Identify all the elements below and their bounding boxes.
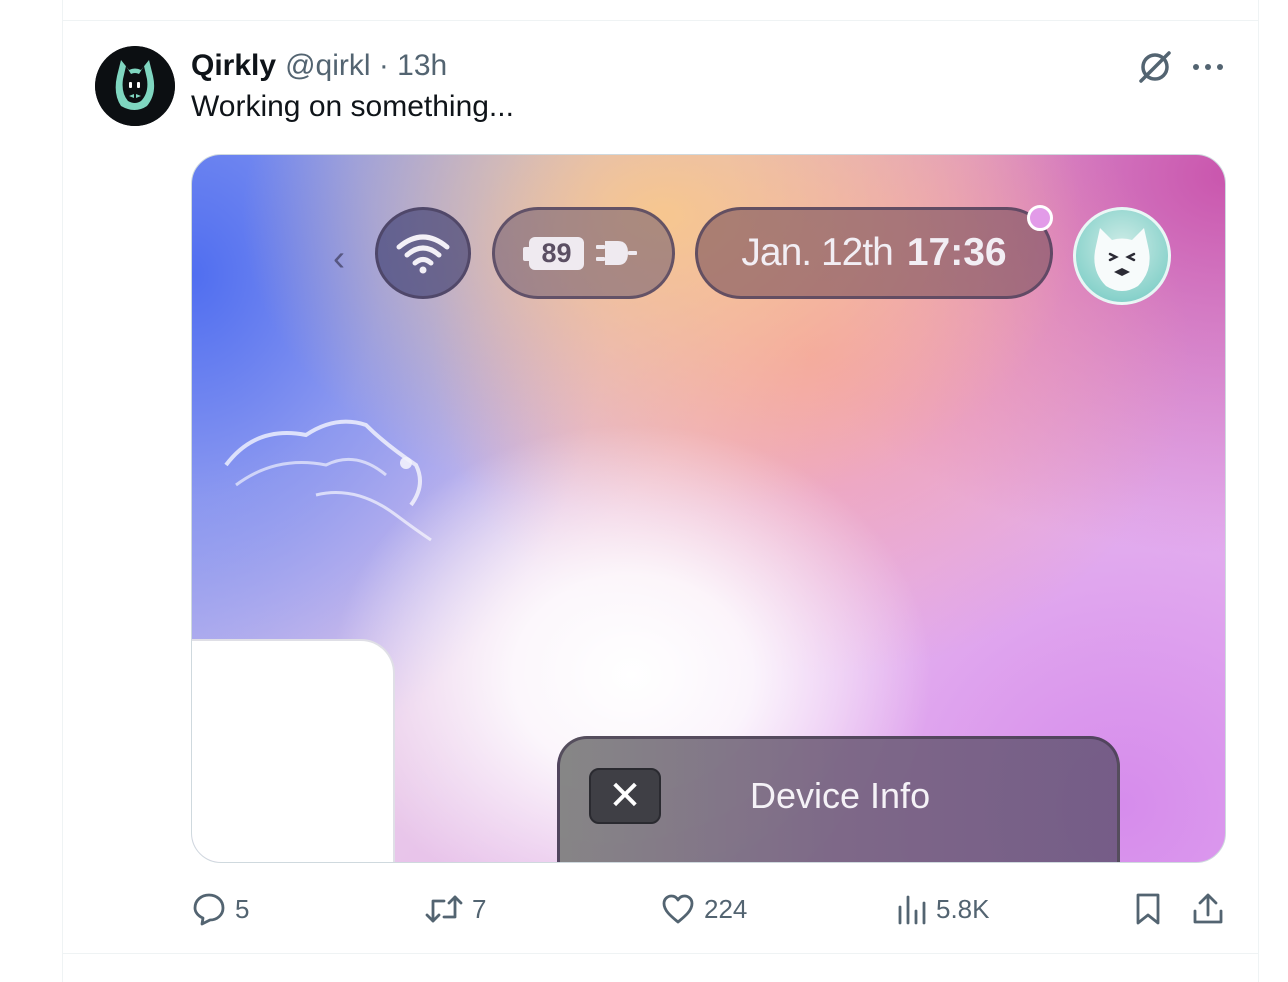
post-text: Working on something... xyxy=(191,90,514,123)
like-count: 224 xyxy=(704,893,748,924)
author-name[interactable]: Qirkly xyxy=(191,49,276,83)
device-info-panel: ✕ Device Info xyxy=(557,736,1120,862)
close-button[interactable]: ✕ xyxy=(589,768,661,824)
battery-level: 89 xyxy=(523,236,584,270)
post-divider-bottom xyxy=(62,953,1259,954)
white-card-panel xyxy=(192,639,395,862)
author-handle-time[interactable]: @qirkl · 13h xyxy=(285,49,447,83)
timeline-border-right xyxy=(1258,0,1259,982)
post-media-image[interactable]: ‹ 89 Jan. 12th 17:36 ✕ Device Info xyxy=(191,154,1226,863)
repost-button[interactable]: 7 xyxy=(424,888,486,930)
grok-icon xyxy=(1139,51,1171,83)
post-header: Qirkly @qirkl · 13h xyxy=(191,46,447,86)
repost-count: 7 xyxy=(472,893,487,924)
more-button[interactable] xyxy=(1186,46,1230,88)
post-divider-top xyxy=(62,20,1259,21)
like-button[interactable]: 224 xyxy=(660,888,747,930)
reply-icon xyxy=(193,893,225,926)
bookmark-button[interactable] xyxy=(1130,888,1166,930)
reply-count: 5 xyxy=(235,893,250,924)
share-icon xyxy=(1193,893,1223,924)
repost-icon xyxy=(425,895,463,923)
views-icon xyxy=(898,895,926,925)
clock-text: 17:36 xyxy=(906,231,1007,274)
device-info-title: Device Info xyxy=(750,775,931,816)
battery-status-pill[interactable]: 89 xyxy=(492,207,675,299)
sparkle-decoration-icon xyxy=(224,419,432,542)
heart-icon xyxy=(662,894,694,924)
views-button[interactable]: 5.8K xyxy=(896,888,990,930)
cat-ghost-avatar-icon xyxy=(95,46,175,126)
back-chevron-icon[interactable]: ‹ xyxy=(333,240,345,276)
datetime-pill[interactable]: Jan. 12th 17:36 xyxy=(695,207,1053,299)
wifi-icon xyxy=(396,234,450,274)
plug-icon xyxy=(595,241,637,265)
views-count: 5.8K xyxy=(936,893,990,924)
author-avatar[interactable] xyxy=(95,46,175,126)
profile-avatar[interactable] xyxy=(1073,207,1171,305)
date-text: Jan. 12th xyxy=(741,231,893,274)
more-icon xyxy=(1193,64,1223,70)
cat-ghost-icon xyxy=(1094,228,1150,291)
notification-dot xyxy=(1027,205,1053,231)
grok-button[interactable] xyxy=(1134,46,1176,88)
timeline-border-left xyxy=(62,0,63,982)
reply-button[interactable]: 5 xyxy=(191,888,249,930)
bookmark-icon xyxy=(1136,893,1160,925)
share-button[interactable] xyxy=(1190,888,1226,930)
wifi-status-pill[interactable] xyxy=(375,207,471,299)
